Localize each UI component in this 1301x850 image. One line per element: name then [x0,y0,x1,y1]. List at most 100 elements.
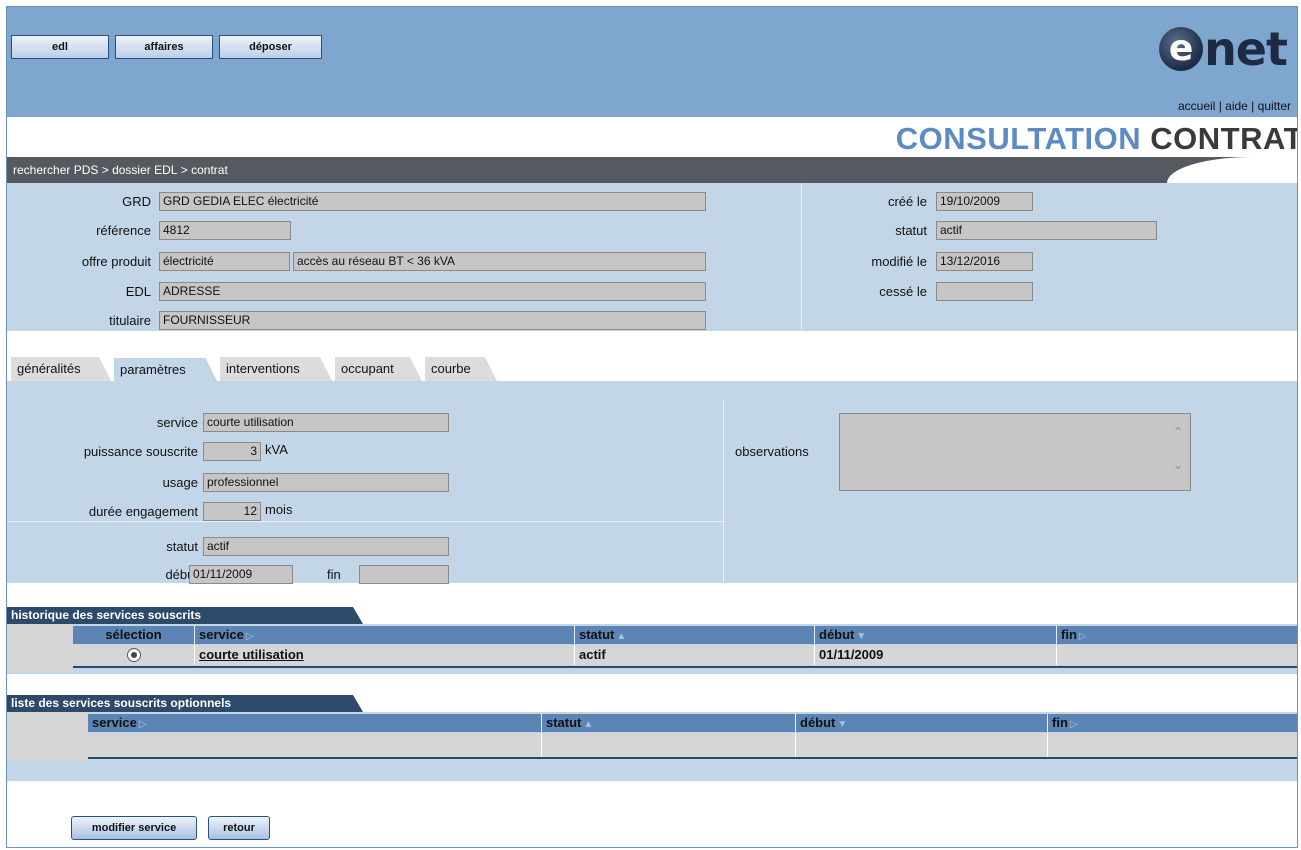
statut-label: statut [895,223,927,238]
sort-up-icon: ▲ [583,719,594,730]
logo-net-text: net [1204,22,1288,76]
opt-col-statut-header[interactable]: statut ▲ [542,714,796,732]
optionnels-section-header: liste des services souscrits optionnels [7,695,363,712]
tab-parametres[interactable]: paramètres [114,357,217,381]
grd-field: GRD GEDIA ELEC électricité [159,192,706,211]
titulaire-label: titulaire [109,313,151,328]
col-fin-header[interactable]: fin ▷ [1057,626,1297,644]
service-field: courte utilisation [203,413,449,432]
page-title: CONSULTATION CONTRAT [895,121,1298,157]
col-debut-header[interactable]: début ▼ [815,626,1057,644]
duree-field: 12 [203,502,261,521]
statut-service-field: actif [203,537,449,556]
row-underline [73,666,1297,668]
cree-le-field: 19/10/2009 [936,192,1033,211]
app-frame: edl affaires déposer e net accueil | aid… [6,6,1298,848]
opt-col-fin-header[interactable]: fin ▷ [1048,714,1297,732]
breadcrumb-rechercher-pds[interactable]: rechercher PDS [13,163,98,177]
breadcrumb-separator: > [98,163,113,177]
optionnels-table: service ▷ statut ▲ début ▼ fin ▷ [7,712,1297,765]
duree-label: durée engagement [88,504,198,519]
col-statut-label: statut [579,627,615,642]
table-row-empty-cell [1048,733,1297,757]
breadcrumb-separator: > [177,163,192,177]
offre-produit-field: électricité [159,252,290,271]
fin-field [359,565,449,584]
logo-e-icon: e [1159,27,1204,71]
sort-down-icon: ▼ [856,631,867,642]
breadcrumb-curve [1167,157,1297,183]
sort-right-icon: ▷ [245,631,254,642]
col-statut-header[interactable]: statut ▲ [575,626,815,644]
contract-info-panel: GRD GRD GEDIA ELEC électricité référence… [7,183,1297,331]
quitter-link[interactable]: quitter [1258,99,1291,113]
sort-right-icon: ▷ [1069,719,1078,730]
opt-col-debut-header[interactable]: début ▼ [796,714,1048,732]
nav-edl-button[interactable]: edl [11,35,109,59]
enet-logo: e net [1159,19,1288,79]
col-service-label: service [199,627,244,642]
table-row-debut-cell: 01/11/2009 [815,645,1057,665]
tab-courbe[interactable]: courbe [425,357,497,381]
sort-right-icon: ▷ [1078,631,1087,642]
modifie-le-field: 13/12/2016 [936,252,1033,271]
cesse-le-label: cessé le [879,284,927,299]
modifie-le-label: modifié le [871,254,927,269]
opt-col-statut-label: statut [546,715,582,730]
service-link[interactable]: courte utilisation [199,647,304,662]
breadcrumb: rechercher PDS > dossier EDL > contrat [7,157,1297,183]
titulaire-field: FOURNISSEUR [159,311,706,330]
col-debut-label: début [819,627,855,642]
aide-link[interactable]: aide [1225,99,1248,113]
link-separator: | [1215,99,1226,113]
accueil-link[interactable]: accueil [1178,99,1215,113]
row-select-radio[interactable] [127,648,141,662]
sort-up-icon: ▲ [616,631,627,642]
duree-unit: mois [265,502,293,517]
retour-button[interactable]: retour [208,816,270,840]
optionnels-left-gutter [7,712,88,761]
cree-le-label: créé le [887,194,927,209]
bottom-strip [7,765,1297,781]
col-service-header[interactable]: service ▷ [195,626,575,644]
puissance-field: 3 [203,442,261,461]
scroll-up-icon[interactable]: ⌃ [1172,424,1184,441]
col-fin-label: fin [1061,627,1077,642]
tab-generalites[interactable]: généralités [11,357,111,381]
opt-col-service-header[interactable]: service ▷ [88,714,542,732]
tab-interventions[interactable]: interventions [220,357,332,381]
table-row-selection-cell[interactable] [73,645,195,665]
historique-section-header: historique des services souscrits [7,607,363,624]
historique-table: sélection service ▷ statut ▲ début ▼ fin ▷ c… [7,624,1297,674]
table-row-empty-cell [88,733,542,757]
cesse-le-field [936,282,1033,301]
tab-occupant[interactable]: occupant [335,357,422,381]
nav-deposer-button[interactable]: déposer [219,35,322,59]
col-selection-header: sélection [73,626,195,644]
opt-col-debut-label: début [800,715,836,730]
usage-label: usage [162,475,198,490]
service-label: service [156,415,198,430]
grd-label: GRD [122,194,151,209]
observations-textarea[interactable]: ⌃ ⌄ [839,413,1191,491]
row-underline [88,757,1297,759]
top-links: accueil | aide | quitter [1178,99,1291,113]
link-separator: | [1247,99,1258,113]
scroll-down-icon[interactable]: ⌄ [1172,456,1184,473]
nav-affaires-button[interactable]: affaires [115,35,213,59]
debut-field: 01/11/2009 [189,565,293,584]
title-part2: CONTRAT [1150,121,1298,156]
table-row-fin-cell [1057,645,1297,665]
opt-col-service-label: service [92,715,137,730]
modifier-service-button[interactable]: modifier service [71,816,197,840]
breadcrumb-dossier-edl[interactable]: dossier EDL [112,163,177,177]
offre-produit-label: offre produit [81,254,151,269]
tab-bar: généralités paramètres interventions occ… [7,355,1297,381]
historique-left-gutter [7,624,73,672]
usage-field: professionnel [203,473,449,492]
params-divider [723,401,724,583]
edl-label: EDL [125,284,151,299]
table-row-service-cell: courte utilisation [195,645,575,665]
fin-label: fin [327,567,341,582]
title-part1: CONSULTATION [895,121,1142,156]
